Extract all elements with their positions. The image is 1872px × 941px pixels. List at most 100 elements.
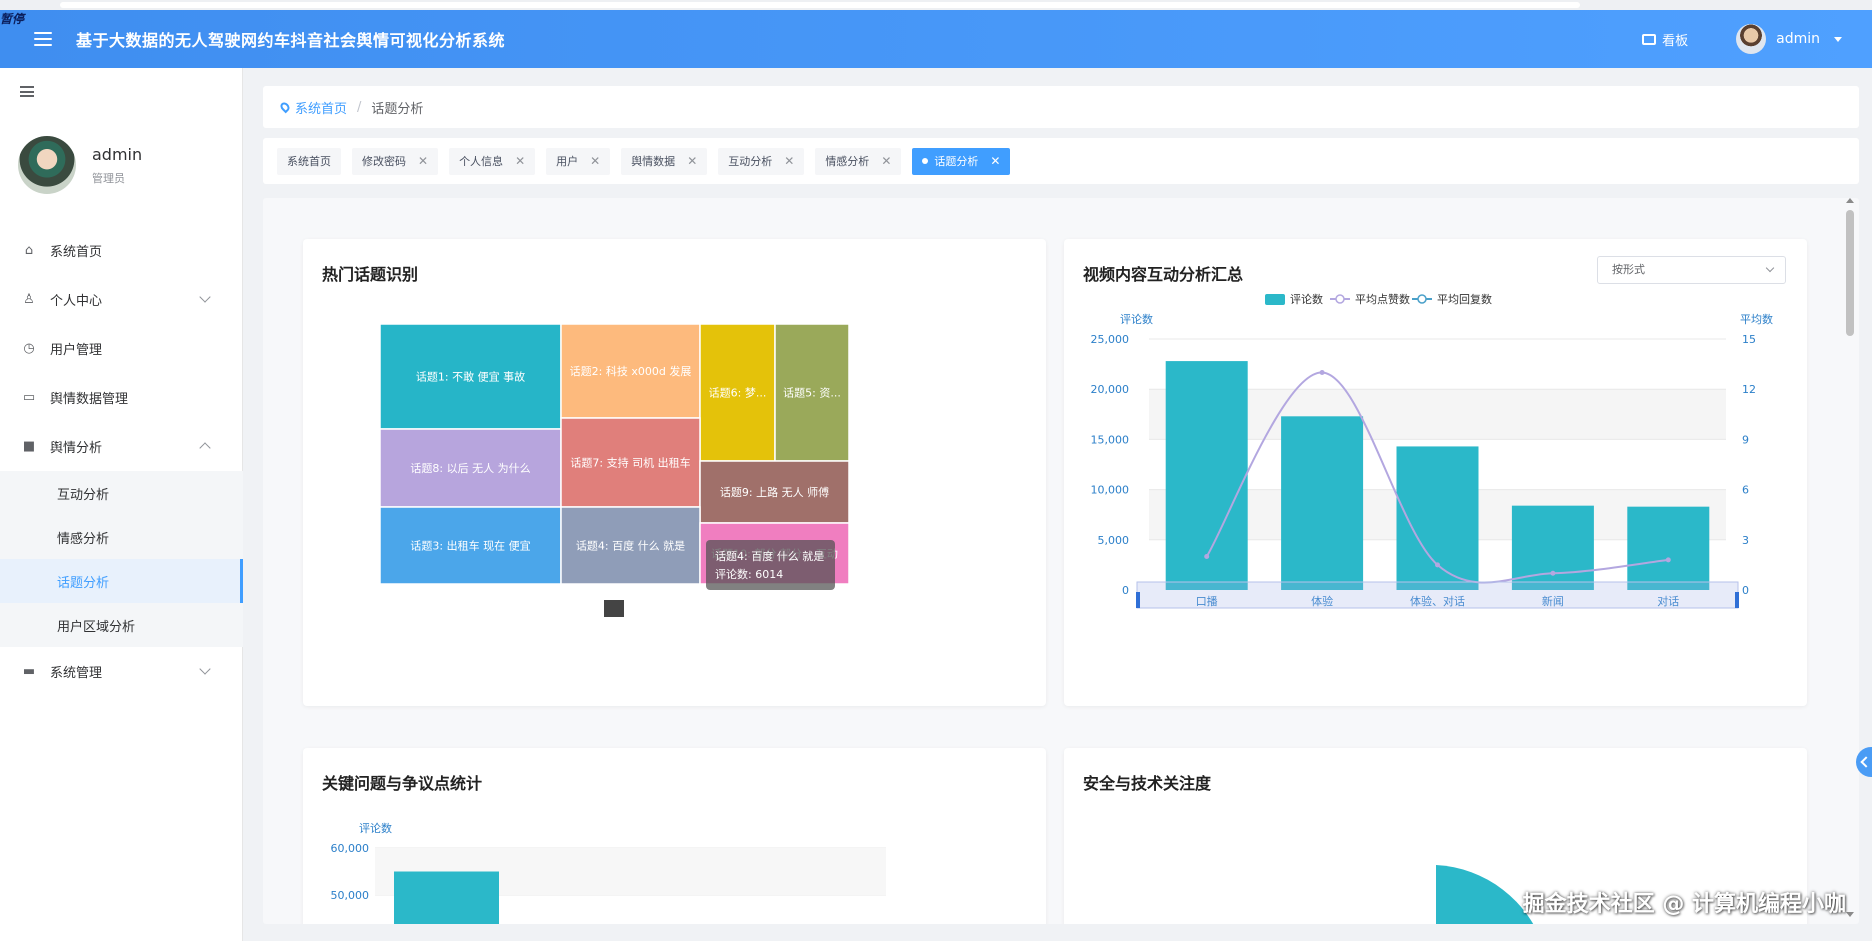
bar [1396, 446, 1479, 590]
combo-chart[interactable]: 25,000 20,000 15,000 10,000 5,000 0 15 12 9 6 3 0 评论… [1064, 239, 1807, 706]
sidebar-item-system[interactable]: ▬ 系统管理 [0, 647, 243, 696]
scroll-up-arrow[interactable] [1846, 198, 1854, 203]
line-point [1665, 557, 1671, 563]
legend-label: 评论数 [1290, 292, 1323, 306]
line-point [1550, 570, 1556, 576]
tag-interaction[interactable]: 互动分析 ✕ [718, 147, 805, 175]
sidebar-item-users[interactable]: ◷ 用户管理 [0, 324, 243, 373]
treemap-label: 话题8: 以后 无人 为什么 [410, 462, 530, 475]
close-icon[interactable]: ✕ [418, 154, 428, 168]
sidebar-item-home[interactable]: ⌂ 系统首页 [0, 226, 243, 275]
issues-chart[interactable]: 评论数 60,000 50,000 [303, 748, 1046, 924]
watermark: 掘金技术社区 @ 计算机编程小咖 [1522, 892, 1846, 917]
close-icon[interactable]: ✕ [687, 154, 697, 168]
breadcrumb: 系统首页 / 话题分析 [263, 86, 1859, 128]
close-icon[interactable]: ✕ [590, 154, 600, 168]
avatar [18, 136, 76, 194]
y-tick-right: 0 [1742, 584, 1749, 597]
combo-chart-card: 视频内容互动分析汇总 按形式 25,000 20,000 15,000 10,000 5… [1064, 239, 1807, 706]
sidebar-menu: ⌂ 系统首页 ♙ 个人中心 ◷ 用户管理 ▭ 舆情数据管理 ■ 舆情分析 互动分… [0, 226, 243, 696]
tag-topic[interactable]: 话题分析 ✕ [912, 147, 1011, 175]
sidebar-sub-topic[interactable]: 话题分析 [0, 559, 243, 603]
treemap-label: 话题3: 出租车 现在 便宜 [410, 539, 530, 553]
top-strip-bar [60, 2, 1580, 8]
close-icon[interactable]: ✕ [881, 154, 891, 168]
top-strip [0, 0, 1872, 10]
tag-label: 个人信息 [459, 155, 504, 168]
scroll-down-arrow[interactable] [1846, 912, 1854, 917]
tooltip-line: 话题4: 百度 什么 就是 [715, 549, 824, 563]
sidebar-item-data[interactable]: ▭ 舆情数据管理 [0, 373, 243, 422]
main-content: 热门话题识别 话题1: 不敢 便宜 事故 话题2: 科技 x000d 发展 话题6:… [263, 198, 1859, 924]
treemap-label: 话题4: 百度 什么 就是 [576, 539, 685, 553]
treemap-label: 话题1: 不敢 便宜 事故 [416, 370, 525, 384]
tag-label: 情感分析 [825, 155, 870, 168]
tag-label: 舆情数据 [631, 155, 676, 168]
y-tick-right: 15 [1742, 333, 1756, 346]
treemap-tooltip [706, 540, 835, 590]
close-icon[interactable]: ✕ [784, 154, 794, 168]
treemap-label: 话题5: 资... [783, 387, 841, 400]
sidebar-item-analysis[interactable]: ■ 舆情分析 [0, 422, 243, 471]
y-tick-right: 6 [1742, 484, 1749, 497]
sidebar: admin 管理员 ⌂ 系统首页 ♙ 个人中心 ◷ 用户管理 ▭ 舆情数据管理 … [0, 68, 243, 941]
tag-password[interactable]: 修改密码 ✕ [352, 147, 439, 175]
tag-label: 修改密码 [362, 155, 406, 168]
y-tick-left: 10,000 [1091, 484, 1130, 497]
fold-sidebar-icon[interactable] [20, 86, 34, 97]
tag-label: 系统首页 [287, 155, 331, 168]
legend-marker [1417, 294, 1427, 304]
y-axis-label-left: 评论数 [1120, 312, 1153, 326]
scrollbar-thumb[interactable] [1846, 210, 1854, 336]
datazoom-handle-left [1136, 592, 1140, 608]
treemap-label: 话题9: 上路 无人 师傅 [720, 485, 829, 499]
breadcrumb-home[interactable]: 系统首页 [295, 98, 347, 117]
legend-swatch [1265, 294, 1285, 305]
treemap-card: 热门话题识别 话题1: 不敢 便宜 事故 话题2: 科技 x000d 发展 话题6:… [303, 239, 1046, 706]
chevron-down-icon [199, 291, 211, 303]
breadcrumb-current: 话题分析 [371, 101, 424, 117]
datazoom-handle-right [1735, 592, 1739, 608]
header-username[interactable]: admin [1776, 31, 1820, 47]
y-tick-left: 20,000 [1091, 383, 1130, 396]
line-point [1204, 554, 1210, 560]
y-tick-right: 9 [1742, 433, 1749, 446]
chevron-down-icon [199, 663, 211, 675]
line-point [1435, 562, 1440, 568]
sidebar-sub-sentiment[interactable]: 情感分析 [0, 515, 243, 559]
sidebar-sub-region[interactable]: 用户区域分析 [0, 603, 243, 647]
y-tick-left: 5,000 [1098, 534, 1130, 547]
camera-icon: ■ [22, 439, 36, 454]
line-point [1319, 369, 1325, 375]
board-label: 看板 [1662, 33, 1689, 49]
sidebar-profile: admin 管理员 [18, 136, 142, 194]
tag-home[interactable]: 系统首页 [277, 147, 341, 175]
issues-card: 关键问题与争议点统计 评论数 60,000 50,000 [303, 748, 1046, 924]
y-tick-right: 3 [1742, 534, 1749, 547]
y-axis-label-right: 平均数 [1740, 313, 1773, 326]
message-icon: ▭ [22, 390, 36, 405]
legend-label: 平均回复数 [1437, 292, 1492, 306]
profile-name: admin [92, 144, 143, 164]
sidebar-item-personal[interactable]: ♙ 个人中心 [0, 275, 243, 324]
y-tick: 50,000 [331, 889, 370, 902]
board-button[interactable]: 看板 [1642, 30, 1688, 49]
bar [394, 871, 499, 924]
sidebar-item-label: 舆情分析 [50, 441, 103, 456]
hamburger-menu-icon[interactable] [34, 32, 52, 46]
tag-user[interactable]: 用户 ✕ [546, 147, 611, 175]
treemap-chart[interactable]: 话题1: 不敢 便宜 事故 话题2: 科技 x000d 发展话题6: 梦... 话题… [303, 239, 1046, 706]
bar [1627, 506, 1710, 590]
caret-down-icon[interactable] [1834, 36, 1842, 42]
y-tick: 60,000 [331, 842, 370, 855]
app-title: 基于大数据的无人驾驶网约车抖音社会舆情可视化分析系统 [76, 31, 506, 50]
tag-personal[interactable]: 个人信息 ✕ [449, 147, 536, 175]
tag-data[interactable]: 舆情数据 ✕ [621, 147, 708, 175]
tag-sentiment[interactable]: 情感分析 ✕ [815, 147, 902, 175]
sidebar-sub-interaction[interactable]: 互动分析 [0, 471, 243, 515]
close-icon[interactable]: ✕ [990, 154, 1000, 168]
clock-icon: ◷ [23, 341, 35, 356]
treemap-label: 话题6: 梦... [709, 387, 767, 400]
user-avatar[interactable] [1736, 24, 1767, 54]
close-icon[interactable]: ✕ [515, 154, 525, 168]
